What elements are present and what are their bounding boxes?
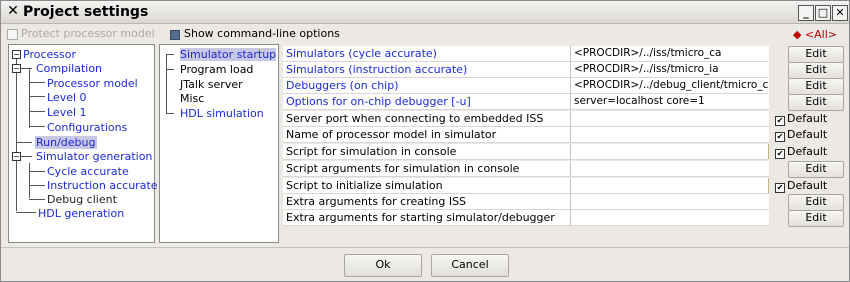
checkmark-icon: ✔ xyxy=(775,149,785,159)
setting-value[interactable]: server=localhost core=1 xyxy=(571,94,769,110)
list-item-misc[interactable]: Misc xyxy=(180,92,204,105)
table-row: Extra arguments for starting simulator/d… xyxy=(283,210,844,227)
setting-value[interactable]: <PROCDIR>/../iss/tmicro_ca xyxy=(571,46,769,62)
project-settings-window: ✕ Project settings _ □ ✕ Protect process… xyxy=(0,0,850,282)
all-filter-link[interactable]: ◆ <All> xyxy=(793,28,837,41)
options-row: Protect processor model Show command-lin… xyxy=(1,26,849,42)
table-row: Script for simulation in console ▭ ✔Defa… xyxy=(283,144,844,160)
setting-value[interactable] xyxy=(571,178,769,194)
default-checkbox[interactable]: ✔ Default xyxy=(775,144,827,159)
minimize-icon[interactable]: _ xyxy=(798,5,814,21)
tree-item-compilation[interactable]: Compilation xyxy=(36,62,102,75)
show-command-line-options-checkbox[interactable] xyxy=(170,30,180,40)
table-row: Script to initialize simulation ▭ ✔Defau… xyxy=(283,178,844,194)
table-row: Options for on-chip debugger [-u] server… xyxy=(283,94,844,111)
tree-item-level-0[interactable]: Level 0 xyxy=(47,91,87,104)
tree-item-processor[interactable]: Processor xyxy=(23,48,76,61)
ok-button[interactable]: Ok xyxy=(344,254,422,277)
checkmark-icon: ✔ xyxy=(775,116,785,126)
checkmark-icon: ✔ xyxy=(775,132,785,142)
setting-value[interactable] xyxy=(571,210,769,226)
setting-name: Script to initialize simulation xyxy=(283,178,571,194)
table-row: Script arguments for simulation in conso… xyxy=(283,161,844,178)
list-item-program-load[interactable]: Program load xyxy=(180,63,253,76)
tree-item-instruction-accurate[interactable]: Instruction accurate xyxy=(47,179,158,192)
setting-value[interactable] xyxy=(571,111,769,127)
table-row: Simulators (cycle accurate) <PROCDIR>/..… xyxy=(283,46,844,63)
tree-item-run-debug[interactable]: Run/debug xyxy=(35,136,97,149)
dialog-button-bar: Ok Cancel xyxy=(1,247,849,282)
tree-item-processor-model[interactable]: Processor model xyxy=(47,77,138,90)
list-item-hdl-simulation[interactable]: HDL simulation xyxy=(180,107,264,120)
edit-button[interactable]: Edit xyxy=(788,46,844,63)
tree-item-level-1[interactable]: Level 1 xyxy=(47,106,87,119)
setting-value[interactable]: <PROCDIR>/../debug_client/tmicro_client xyxy=(571,78,769,94)
show-command-line-options-label: Show command-line options xyxy=(184,27,340,40)
settings-table: Simulators (cycle accurate) <PROCDIR>/..… xyxy=(283,46,844,227)
edit-button[interactable]: Edit xyxy=(788,62,844,79)
tree-item-cycle-accurate[interactable]: Cycle accurate xyxy=(47,165,129,178)
tree-item-debug-client[interactable]: Debug client xyxy=(47,193,117,206)
maximize-icon[interactable]: □ xyxy=(815,5,831,21)
checkmark-icon: ✔ xyxy=(775,183,785,193)
setting-name: Extra arguments for creating ISS xyxy=(283,194,571,210)
setting-name: Simulators (instruction accurate) xyxy=(283,62,571,78)
edit-button[interactable]: Edit xyxy=(788,210,844,227)
collapse-processor-icon[interactable]: − xyxy=(12,50,21,59)
list-item-simulator-startup[interactable]: Simulator startup xyxy=(180,48,277,61)
setting-value[interactable] xyxy=(571,194,769,210)
collapse-compilation-icon[interactable]: − xyxy=(12,64,21,73)
table-row: Name of processor model in simulator ✔ De… xyxy=(283,127,844,143)
setting-name: Script for simulation in console xyxy=(283,144,571,160)
window-title: Project settings xyxy=(23,4,149,20)
title-bar[interactable]: ✕ Project settings _ □ ✕ xyxy=(1,1,849,24)
setting-value[interactable] xyxy=(571,144,769,160)
table-row: Extra arguments for creating ISS Edit xyxy=(283,194,844,211)
edit-button[interactable]: Edit xyxy=(788,94,844,111)
setting-name: Server port when connecting to embedded … xyxy=(283,111,571,127)
subsection-list[interactable]: Simulator startup Program load JTalk ser… xyxy=(159,44,279,243)
table-row: Server port when connecting to embedded … xyxy=(283,111,844,127)
edit-button[interactable]: Edit xyxy=(788,161,844,178)
default-checkbox[interactable]: ✔ Default xyxy=(775,127,827,142)
setting-value[interactable]: <PROCDIR>/../iss/tmicro_ia xyxy=(571,62,769,78)
edit-button[interactable]: Edit xyxy=(788,78,844,95)
setting-name: Simulators (cycle accurate) xyxy=(283,46,571,62)
setting-name: Options for on-chip debugger [-u] xyxy=(283,94,571,110)
default-checkbox[interactable]: ✔ Default xyxy=(775,111,827,126)
setting-name: Script arguments for simulation in conso… xyxy=(283,161,571,177)
tree-item-configurations[interactable]: Configurations xyxy=(47,121,127,134)
tree-item-simulator-generation[interactable]: Simulator generation xyxy=(36,150,152,163)
setting-name: Debuggers (on chip) xyxy=(283,78,571,94)
list-item-jtalk-server[interactable]: JTalk server xyxy=(180,78,243,91)
table-row: Simulators (instruction accurate) <PROCD… xyxy=(283,62,844,79)
table-row: Debuggers (on chip) <PROCDIR>/../debug_c… xyxy=(283,78,844,95)
collapse-simulator-generation-icon[interactable]: − xyxy=(12,152,21,161)
edit-button[interactable]: Edit xyxy=(788,194,844,211)
cancel-button[interactable]: Cancel xyxy=(431,254,509,277)
setting-value[interactable] xyxy=(571,161,769,177)
section-tree[interactable]: − − − Processor Compilation Processor mo… xyxy=(8,44,158,243)
setting-name: Name of processor model in simulator xyxy=(283,127,571,143)
protect-processor-model-checkbox[interactable] xyxy=(7,29,18,40)
x-logo-icon: ✕ xyxy=(7,3,19,19)
setting-value[interactable] xyxy=(571,127,769,143)
close-icon[interactable]: ✕ xyxy=(832,5,848,21)
default-checkbox[interactable]: ✔ Default xyxy=(775,178,827,193)
protect-processor-model-label: Protect processor model xyxy=(21,27,155,40)
tree-item-hdl-generation[interactable]: HDL generation xyxy=(38,207,124,220)
setting-name: Extra arguments for starting simulator/d… xyxy=(283,210,571,226)
